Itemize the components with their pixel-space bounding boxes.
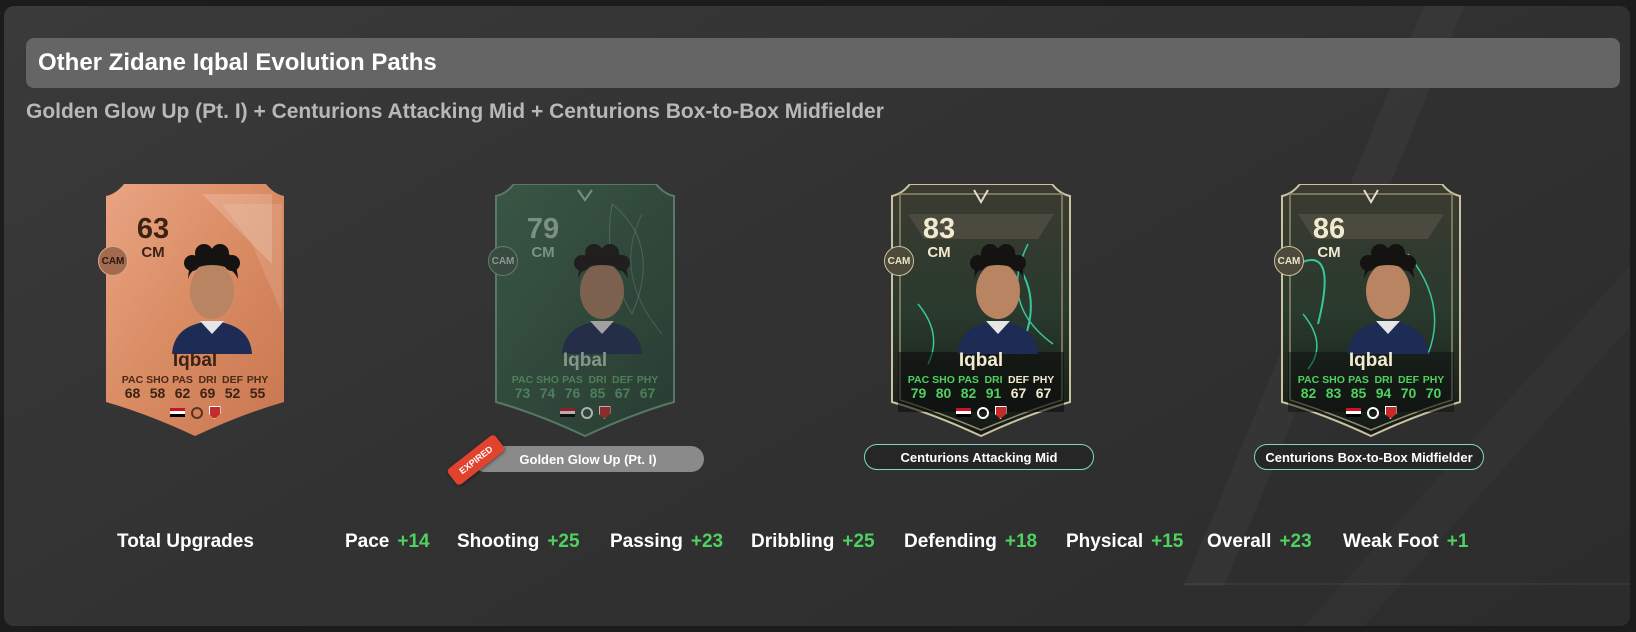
league-icon — [580, 406, 593, 419]
nation-flag-icon — [955, 407, 971, 418]
card-player-name: Iqbal — [172, 350, 218, 371]
alt-position-badge: CAM — [98, 246, 128, 276]
stat-value-pas: 85 — [1350, 385, 1367, 401]
upgrade-weak-foot: Weak Foot +1 — [1343, 531, 1468, 553]
upgrade-overall: Overall +23 — [1207, 531, 1312, 553]
stat-value-def: 70 — [1400, 385, 1417, 401]
stat-value-pas: 62 — [174, 385, 191, 401]
card-player-name: Iqbal — [1348, 350, 1394, 371]
card-badges — [888, 406, 1074, 419]
upgrade-value: +1 — [1446, 531, 1469, 552]
path-label-centurions-attacking-mid[interactable]: Centurions Attacking Mid — [864, 444, 1094, 470]
upgrade-value: +14 — [397, 531, 430, 552]
path-label-centurions-box-to-box[interactable]: Centurions Box-to-Box Midfielder — [1254, 444, 1484, 470]
total-upgrades-row: Total Upgrades Pace +14 Shooting +25 Pas… — [4, 531, 1630, 557]
league-icon — [1366, 406, 1379, 419]
upgrade-name: Defending — [904, 531, 997, 552]
stat-value-phy: 67 — [1035, 385, 1052, 401]
alt-position-badge: CAM — [884, 246, 914, 276]
nation-flag-icon — [559, 407, 575, 418]
upgrade-value: +15 — [1151, 531, 1184, 552]
player-card-base[interactable]: 63 CM CAM Iqbal PAC SHO PAS DRI DEF PHY … — [98, 184, 288, 438]
alt-position-badge: CAM — [488, 246, 518, 276]
stat-value-pac: 82 — [1300, 385, 1317, 401]
upgrade-name: Passing — [610, 531, 683, 552]
club-crest-icon — [1384, 406, 1397, 419]
card-stats: PAC SHO PAS DRI DEF PHY 79 80 82 91 67 6… — [906, 374, 1056, 401]
player-card-centurions-box-to-box[interactable]: 86 CM CAM Iqbal PAC SHO PAS DRI DEF PHY … — [1274, 184, 1464, 438]
card-badges — [1278, 406, 1464, 419]
stat-value-pas: 82 — [960, 385, 977, 401]
upgrade-value: +25 — [842, 531, 875, 552]
stat-value-sho: 80 — [935, 385, 952, 401]
stat-value-pac: 68 — [124, 385, 141, 401]
upgrade-value: +18 — [1004, 531, 1038, 552]
stat-value-sho: 58 — [149, 385, 166, 401]
stat-value-dri: 69 — [199, 385, 216, 401]
upgrade-name: Weak Foot — [1343, 531, 1439, 552]
page-subtitle: Golden Glow Up (Pt. I) + Centurions Atta… — [26, 100, 884, 123]
card-badges — [492, 406, 678, 419]
stat-value-pas: 76 — [564, 385, 581, 401]
upgrade-dribbling: Dribbling +25 — [751, 531, 875, 553]
card-stats: PAC SHO PAS DRI DEF PHY 73 74 76 85 67 6… — [510, 374, 660, 401]
stat-value-def: 67 — [614, 385, 631, 401]
stat-value-sho: 83 — [1325, 385, 1342, 401]
stat-value-phy: 55 — [249, 385, 266, 401]
player-photo — [562, 244, 642, 354]
upgrade-defending: Defending +18 — [904, 531, 1037, 553]
upgrade-passing: Passing +23 — [610, 531, 723, 553]
nation-flag-icon — [1345, 407, 1361, 418]
card-player-name: Iqbal — [562, 350, 608, 371]
upgrade-physical: Physical +15 — [1066, 531, 1183, 553]
stat-value-dri: 94 — [1375, 385, 1392, 401]
stat-value-dri: 85 — [589, 385, 606, 401]
upgrade-value: +23 — [690, 531, 724, 552]
player-card-centurions-attacking-mid[interactable]: 83 CM CAM Iqbal PAC SHO PAS DRI DEF PHY … — [884, 184, 1074, 438]
alt-position-badge: CAM — [1274, 246, 1304, 276]
card-badges — [102, 406, 288, 419]
club-crest-icon — [598, 406, 611, 419]
upgrade-name: Overall — [1207, 531, 1272, 552]
upgrade-value: +25 — [547, 531, 580, 552]
path-label-golden-glow-up[interactable]: Golden Glow Up (Pt. I) — [472, 446, 704, 472]
league-icon — [190, 406, 203, 419]
stat-value-pac: 73 — [514, 385, 531, 401]
upgrade-pace: Pace +14 — [345, 531, 430, 553]
nation-flag-icon — [169, 407, 185, 418]
stat-value-sho: 74 — [539, 385, 556, 401]
page-title: Other Zidane Iqbal Evolution Paths — [26, 38, 1620, 88]
stat-value-def: 67 — [1010, 385, 1027, 401]
stat-value-phy: 70 — [1425, 385, 1442, 401]
total-upgrades-label: Total Upgrades — [117, 531, 254, 552]
card-stats: PAC SHO PAS DRI DEF PHY 82 83 85 94 70 7… — [1296, 374, 1446, 401]
stat-value-dri: 91 — [985, 385, 1002, 401]
league-icon — [976, 406, 989, 419]
player-photo — [1348, 244, 1428, 354]
player-photo — [172, 244, 252, 354]
upgrade-value: +23 — [1279, 531, 1312, 552]
player-photo — [958, 244, 1038, 354]
upgrade-name: Dribbling — [751, 531, 835, 552]
upgrade-name: Pace — [345, 531, 390, 552]
stat-value-phy: 67 — [639, 385, 656, 401]
upgrade-shooting: Shooting +25 — [457, 531, 580, 553]
stat-value-pac: 79 — [910, 385, 927, 401]
card-player-name: Iqbal — [958, 350, 1004, 371]
player-card-golden-glow-up[interactable]: 79 CM CAM Iqbal PAC SHO PAS DRI DEF PHY … — [488, 184, 678, 438]
upgrade-name: Physical — [1066, 531, 1144, 552]
card-stats: PAC SHO PAS DRI DEF PHY 68 58 62 69 52 5… — [120, 374, 270, 401]
upgrade-name: Shooting — [457, 531, 540, 552]
club-crest-icon — [994, 406, 1007, 419]
stat-value-def: 52 — [224, 385, 241, 401]
evolution-paths-panel: Other Zidane Iqbal Evolution Paths Golde… — [4, 6, 1630, 626]
club-crest-icon — [208, 406, 221, 419]
